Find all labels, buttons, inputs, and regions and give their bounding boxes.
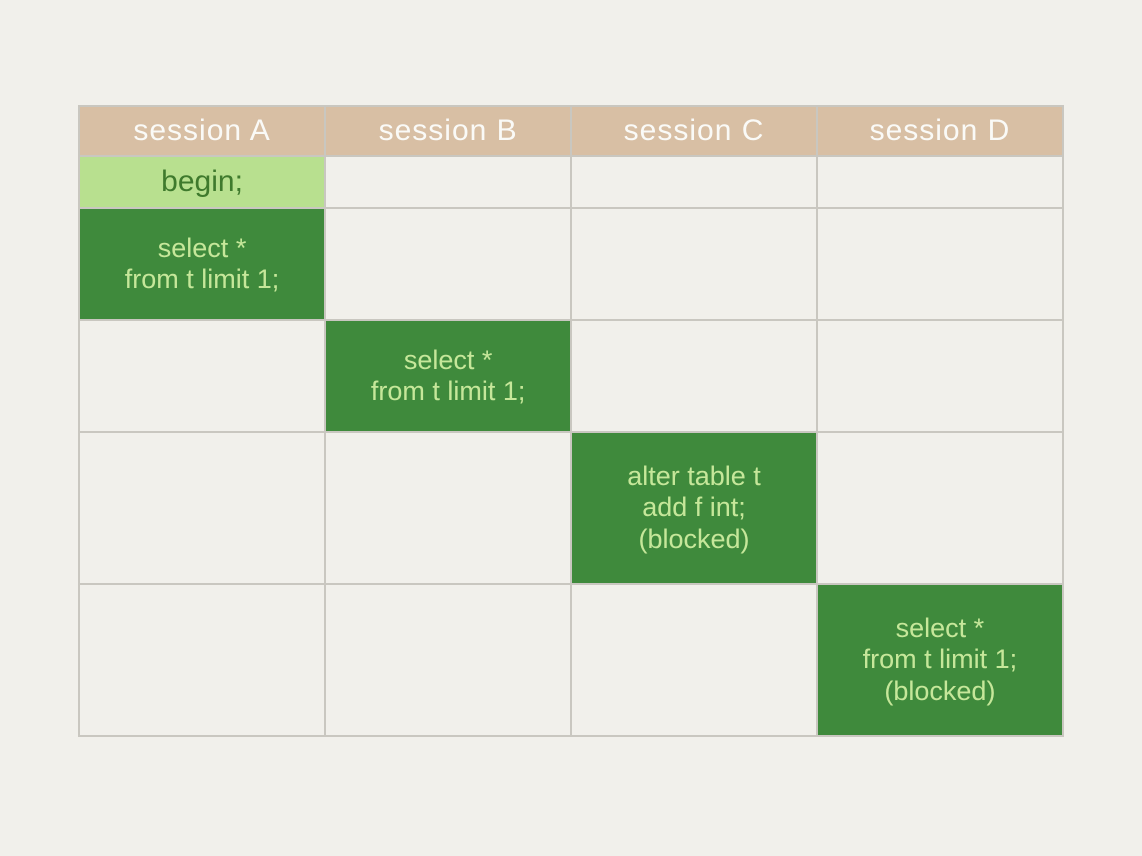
cell-begin: begin;: [80, 157, 324, 207]
col-header-session-a: session A: [79, 106, 325, 156]
cell-select-d: select * from t limit 1; (blocked): [818, 585, 1062, 735]
col-header-session-c: session C: [571, 106, 817, 156]
sql-text: from t limit 1;: [371, 376, 526, 407]
cell-select-a: select * from t limit 1;: [80, 209, 324, 319]
sql-text: select *: [404, 345, 493, 376]
sql-text: add f int;: [642, 492, 746, 523]
sql-text: from t limit 1;: [863, 644, 1018, 675]
session-timeline-table: session A session B session C session D …: [78, 105, 1064, 737]
sql-text: begin;: [161, 165, 243, 200]
col-header-session-b: session B: [325, 106, 571, 156]
timeline-row-3: alter table t add f int; (blocked): [79, 432, 1063, 584]
status-text: (blocked): [639, 524, 750, 555]
sql-text: from t limit 1;: [125, 264, 280, 295]
timeline-row-2: select * from t limit 1;: [79, 320, 1063, 432]
diagram-canvas: session A session B session C session D …: [0, 0, 1142, 856]
sql-text: alter table t: [627, 461, 761, 492]
header-row: session A session B session C session D: [79, 106, 1063, 156]
cell-select-b: select * from t limit 1;: [326, 321, 570, 431]
sql-text: select *: [896, 613, 985, 644]
timeline-row-4: select * from t limit 1; (blocked): [79, 584, 1063, 736]
timeline-row-0: begin;: [79, 156, 1063, 208]
timeline-row-1: select * from t limit 1;: [79, 208, 1063, 320]
sql-text: select *: [158, 233, 247, 264]
status-text: (blocked): [884, 676, 995, 707]
cell-alter-c: alter table t add f int; (blocked): [572, 433, 816, 583]
col-header-session-d: session D: [817, 106, 1063, 156]
